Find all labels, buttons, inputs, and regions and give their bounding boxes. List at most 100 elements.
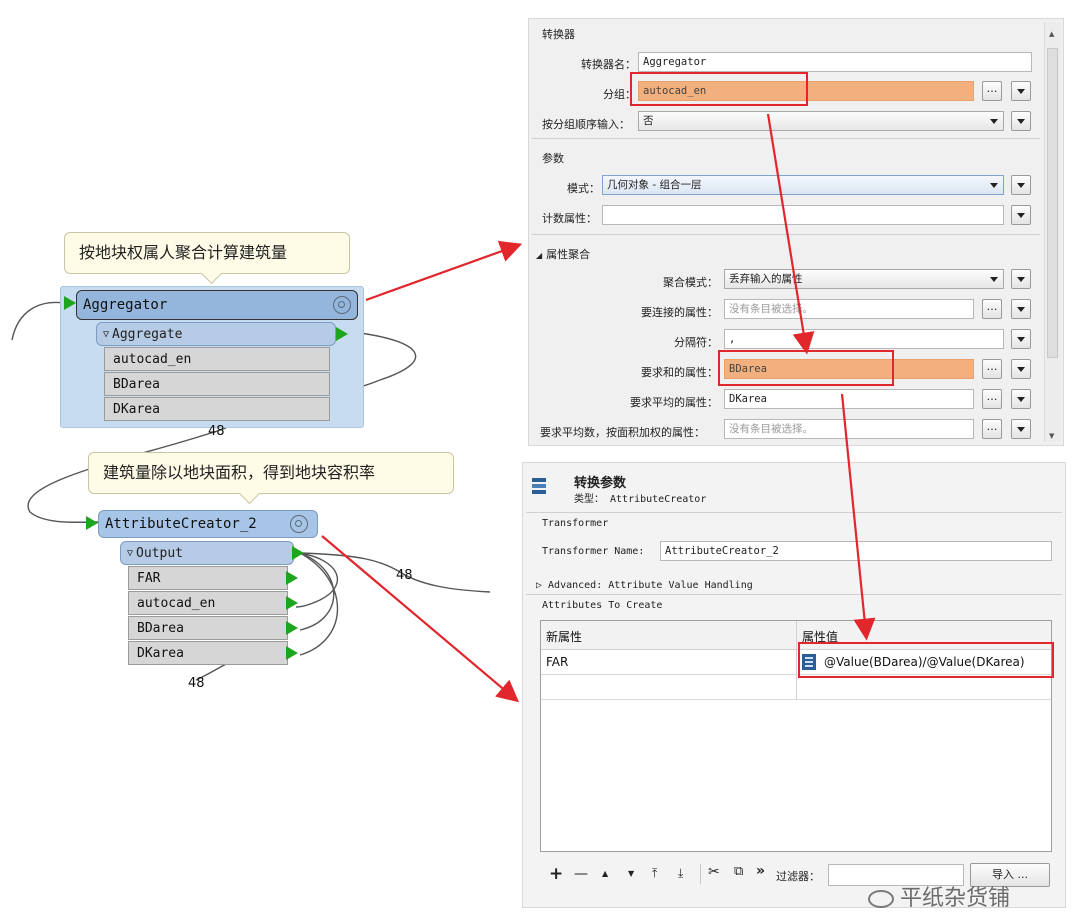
aggregation-mode-dropdown-button[interactable] <box>1011 269 1031 289</box>
port-label: Output <box>136 545 183 561</box>
annotation-text: 按地块权属人聚合计算建筑量 <box>79 243 288 262</box>
average-attributes-label: 要求平均的属性： <box>630 396 718 409</box>
annotation-callout-far: 建筑量除以地块面积，得到地块容积率 <box>88 452 454 494</box>
filter-label: 过滤器： <box>776 870 820 883</box>
highlight-attribute-value <box>798 642 1054 678</box>
output-port-arrow[interactable] <box>292 546 304 560</box>
attribute-row: BDarea <box>128 616 288 640</box>
scroll-thumb[interactable] <box>1047 48 1058 358</box>
group-by-label: 分组： <box>603 88 636 101</box>
group-order-select[interactable]: 否 <box>638 111 1004 131</box>
sum-attributes-label: 要求和的属性： <box>641 366 718 379</box>
column-divider <box>796 621 797 699</box>
attribute-port-arrow[interactable] <box>286 646 298 660</box>
section-transformer: Transformer <box>542 518 609 529</box>
average-dropdown-button[interactable] <box>1011 389 1031 409</box>
transformer-name-input[interactable]: AttributeCreator_2 <box>660 541 1052 561</box>
mode-select[interactable]: 几何对象 - 组合一层 <box>602 175 1004 195</box>
aggregation-mode-label: 聚合模式： <box>663 276 718 289</box>
count-attribute-dropdown-button[interactable] <box>1011 205 1031 225</box>
transformer-name-label: 转换器名： <box>581 58 636 71</box>
move-top-button[interactable]: ⤒ <box>652 866 657 881</box>
table-row-new-attribute[interactable]: FAR <box>546 655 568 669</box>
aggregation-mode-select[interactable]: 丢弃输入的属性 <box>724 269 1004 289</box>
copy-icon[interactable]: ⧉ <box>734 864 743 879</box>
weighted-average-ellipsis-button[interactable]: … <box>982 419 1002 439</box>
group-order-label: 按分组顺序输入： <box>542 118 630 131</box>
separator-input[interactable]: , <box>724 329 1004 349</box>
move-bottom-button[interactable]: ⤓ <box>678 866 683 881</box>
advanced-section-toggle[interactable]: ▷ Advanced: Attribute Value Handling <box>536 580 753 591</box>
weighted-average-label: 要求平均数，按面积加权的属性： <box>540 426 705 439</box>
port-label: Aggregate <box>112 326 183 342</box>
add-row-button[interactable]: + <box>549 864 563 884</box>
attribute-row: FAR <box>128 566 288 590</box>
gear-icon[interactable] <box>333 296 351 314</box>
aggregate-output-port[interactable]: ▽ Aggregate <box>96 322 336 346</box>
weighted-average-input[interactable]: 没有条目被选择。 <box>724 419 974 439</box>
wechat-icon <box>868 890 894 908</box>
average-ellipsis-button[interactable]: … <box>982 389 1002 409</box>
creator-input-port[interactable] <box>86 516 98 530</box>
attribute-row: DKarea <box>128 641 288 665</box>
panel-scrollbar[interactable]: ▲ ▼ <box>1044 22 1061 442</box>
divider <box>532 138 1040 139</box>
concat-attributes-input[interactable]: 没有条目被选择。 <box>724 299 974 319</box>
annotation-text: 建筑量除以地块面积，得到地块容积率 <box>103 463 376 482</box>
watermark: 平纸杂货铺 <box>868 880 1010 912</box>
attributes-to-create-label: Attributes To Create <box>542 600 663 611</box>
attribute-row: DKarea <box>104 397 330 421</box>
transformer-name-label: Transformer Name: <box>542 546 645 557</box>
count-attribute-label: 计数属性： <box>542 212 597 225</box>
sum-ellipsis-button[interactable]: … <box>982 359 1002 379</box>
transformer-name-input[interactable]: Aggregator <box>638 52 1032 72</box>
aggregator-node-name: Aggregator <box>83 297 168 313</box>
parameters-icon <box>532 478 546 496</box>
group-order-dropdown-button[interactable] <box>1011 111 1031 131</box>
aggregator-node[interactable]: Aggregator <box>76 290 358 320</box>
more-tools-button[interactable]: » <box>756 863 765 879</box>
attribute-port-arrow[interactable] <box>286 571 298 585</box>
gear-icon[interactable] <box>290 515 308 533</box>
group-by-dropdown-button[interactable] <box>1011 81 1031 101</box>
attribute-port-arrow[interactable] <box>286 621 298 635</box>
mode-label: 模式： <box>567 182 600 195</box>
average-attributes-input[interactable]: DKarea <box>724 389 974 409</box>
feature-count: 48 <box>208 424 225 439</box>
aggregate-port-arrow[interactable] <box>336 327 348 341</box>
highlight-group-by <box>630 72 808 106</box>
group-by-ellipsis-button[interactable]: … <box>982 81 1002 101</box>
cut-icon[interactable]: ✂ <box>708 864 720 880</box>
transformer-type: 类型： AttributeCreator <box>574 494 707 505</box>
toolbar-separator <box>700 864 701 884</box>
highlight-sum-attributes <box>718 350 894 386</box>
scroll-down-icon[interactable]: ▼ <box>1049 432 1054 440</box>
dialog-title: 转换参数 <box>574 476 627 491</box>
divider <box>532 234 1040 235</box>
attribute-row: autocad_en <box>104 347 330 371</box>
attributecreator-node[interactable]: AttributeCreator_2 <box>98 510 318 538</box>
attribute-row: autocad_en <box>128 591 288 615</box>
divider <box>526 512 1062 513</box>
weighted-average-dropdown-button[interactable] <box>1011 419 1031 439</box>
separator-dropdown-button[interactable] <box>1011 329 1031 349</box>
mode-dropdown-button[interactable] <box>1011 175 1031 195</box>
concat-ellipsis-button[interactable]: … <box>982 299 1002 319</box>
move-up-button[interactable]: ▲ <box>602 869 608 878</box>
creator-node-name: AttributeCreator_2 <box>105 516 257 532</box>
output-port[interactable]: ▽ Output <box>120 541 294 565</box>
attribute-row: BDarea <box>104 372 330 396</box>
remove-row-button[interactable]: — <box>574 866 588 882</box>
scroll-up-icon[interactable]: ▲ <box>1049 30 1054 38</box>
section-attribute-aggregation[interactable]: ◢ 属性聚合 <box>536 246 590 262</box>
sum-dropdown-button[interactable] <box>1011 359 1031 379</box>
concat-dropdown-button[interactable] <box>1011 299 1031 319</box>
feature-count: 48 <box>396 568 413 583</box>
section-transformer: 转换器 <box>542 28 575 41</box>
attribute-port-arrow[interactable] <box>286 596 298 610</box>
aggregator-input-port[interactable] <box>64 296 76 310</box>
column-header-new-attribute[interactable]: 新属性 <box>546 628 582 645</box>
move-down-button[interactable]: ▼ <box>628 869 634 878</box>
section-parameters: 参数 <box>542 152 564 165</box>
count-attribute-input[interactable] <box>602 205 1004 225</box>
